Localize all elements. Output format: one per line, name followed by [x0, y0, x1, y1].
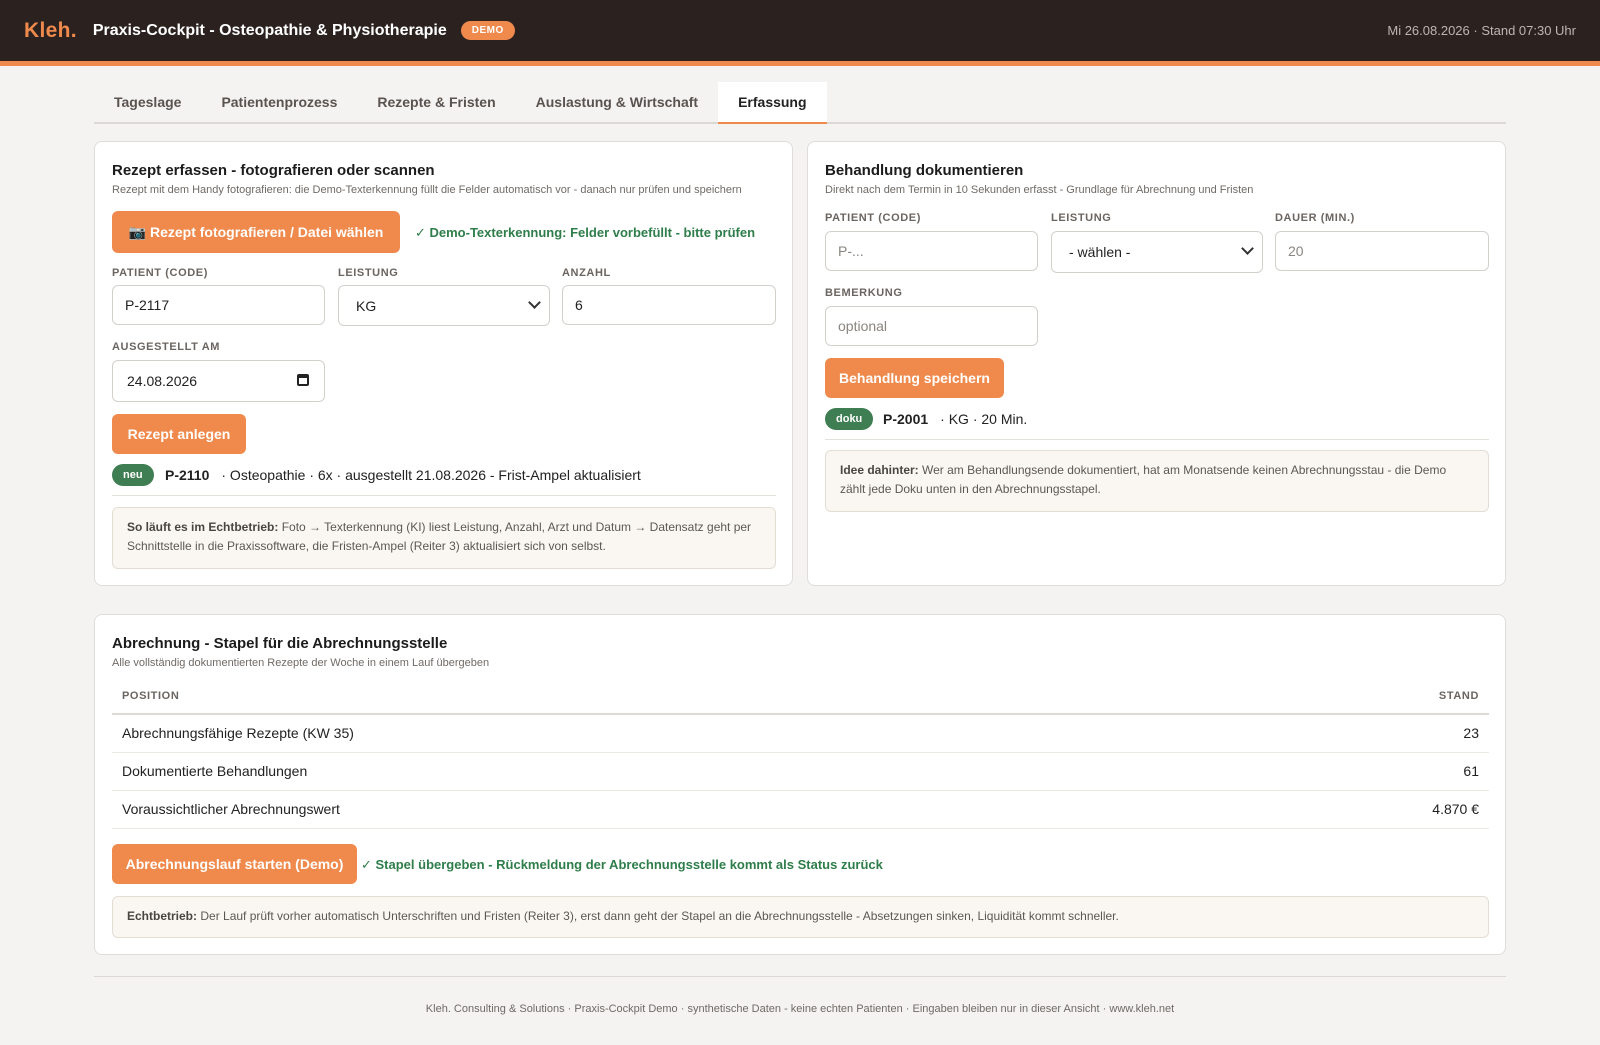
anzahl-label: ANZAHL	[562, 267, 611, 279]
behandlung-card-title: Behandlung dokumentieren	[825, 162, 1024, 179]
dauer-label: DAUER (MIN.)	[1275, 212, 1355, 224]
behandlung-card-subtitle: Direkt nach dem Termin in 10 Sekunden er…	[825, 184, 1254, 196]
tab-erfassung[interactable]: Erfassung	[718, 82, 827, 124]
note-text: Der Lauf prüft vorher automatisch Unters…	[197, 909, 1119, 923]
row-position: Voraussichtlicher Abrechnungswert	[112, 790, 1201, 829]
behandlung-speichern-button[interactable]: Behandlung speichern	[825, 358, 1004, 398]
leistung-label: LEISTUNG	[338, 267, 399, 279]
behandlung-card: Behandlung dokumentieren Direkt nach dem…	[807, 141, 1506, 586]
patient-code-value: P-2117	[125, 297, 170, 313]
status-badge: neu	[112, 464, 154, 486]
header-datetime: Mi 26.08.2026 · Stand 07:30 Uhr	[1387, 23, 1576, 38]
footer-divider	[94, 976, 1506, 977]
rezept-card-subtitle: Rezept mit dem Handy fotografieren: die …	[112, 184, 742, 196]
ausgestellt-date-input[interactable]: 24.08.2026	[112, 360, 325, 402]
last-behandlung-info: P-2001 · KG · 20 Min.	[883, 408, 1027, 430]
leistung-select[interactable]: KG	[338, 285, 550, 326]
table-row: Dokumentierte Behandlungen 61	[112, 752, 1489, 791]
photo-upload-button[interactable]: 📷 Rezept fotografieren / Datei wählen	[112, 211, 400, 253]
calendar-icon[interactable]	[297, 374, 309, 386]
patient-code-label: PATIENT (CODE)	[112, 267, 208, 279]
bemerkung-label: BEMERKUNG	[825, 287, 903, 299]
behandlung-leistung-select[interactable]: - wählen -	[1051, 231, 1263, 273]
tab-rezepte-fristen[interactable]: Rezepte & Fristen	[357, 82, 515, 124]
echtbetrieb-note: Echtbetrieb: Der Lauf prüft vorher autom…	[112, 896, 1489, 938]
table-row: Abrechnungsfähige Rezepte (KW 35) 23	[112, 714, 1489, 753]
note-bold: Idee dahinter:	[840, 463, 919, 477]
demo-badge: DEMO	[460, 21, 515, 40]
row-stand: 61	[1200, 752, 1489, 791]
dauer-placeholder: 20	[1288, 243, 1304, 259]
dauer-input[interactable]: 20	[1275, 231, 1489, 271]
app-title: Praxis-Cockpit - Osteopathie & Physiothe…	[92, 21, 447, 39]
tab-patientenprozess[interactable]: Patientenprozess	[201, 82, 357, 124]
last-rezept-code: P-2110	[165, 467, 210, 483]
patient-code-input[interactable]: P-2117	[112, 285, 325, 325]
table-row: Voraussichtlicher Abrechnungswert 4.870 …	[112, 790, 1489, 829]
chevron-down-icon	[1241, 242, 1254, 255]
behandlung-patient-input[interactable]: P-...	[825, 231, 1038, 271]
row-position: Abrechnungsfähige Rezepte (KW 35)	[112, 714, 1201, 753]
last-behandlung-details: · KG · 20 Min.	[940, 411, 1028, 427]
leistung-label: LEISTUNG	[1051, 212, 1112, 224]
ausgestellt-label: AUSGESTELLT AM	[112, 341, 221, 353]
last-rezept-info: P-2110 · Osteopathie · 6x · ausgestellt …	[165, 464, 641, 486]
logo: Kleh.	[24, 18, 77, 42]
note-bold: So läuft es im Echtbetrieb:	[127, 520, 279, 534]
tab-bar: Tageslage Patientenprozess Rezepte & Fri…	[94, 82, 1506, 124]
bemerkung-placeholder: optional	[838, 318, 888, 334]
patient-placeholder: P-...	[838, 243, 864, 259]
tab-auslastung-wirtschaft[interactable]: Auslastung & Wirtschaft	[516, 82, 718, 124]
patient-code-label: PATIENT (CODE)	[825, 212, 921, 224]
top-bar: Kleh. Praxis-Cockpit - Osteopathie & Phy…	[0, 0, 1600, 66]
abrechnung-card-subtitle: Alle vollständig dokumentierten Rezepte …	[112, 657, 490, 669]
batch-table: POSITION STAND Abrechnungsfähige Rezepte…	[112, 678, 1489, 829]
ausgestellt-value: 24.08.2026	[127, 373, 198, 389]
tab-tageslage[interactable]: Tageslage	[94, 82, 201, 124]
last-behandlung-code: P-2001	[883, 411, 929, 427]
leistung-select-value: KG	[356, 297, 377, 314]
rezept-card: Rezept erfassen - fotografieren oder sca…	[94, 141, 793, 586]
note-text: Wer am Behandlungsende dokumentiert, hat…	[840, 463, 1447, 496]
status-badge: doku	[825, 408, 874, 430]
run-status: ✓ Stapel übergeben - Rückmeldung der Abr…	[361, 857, 883, 872]
last-rezept-details: · Osteopathie · 6x · ausgestellt 21.08.2…	[221, 467, 641, 483]
anzahl-input[interactable]: 6	[562, 285, 776, 325]
idee-note: Idee dahinter: Wer am Behandlungsende do…	[825, 450, 1489, 512]
rezept-anlegen-button[interactable]: Rezept anlegen	[112, 414, 246, 454]
divider	[112, 495, 776, 496]
chevron-down-icon	[528, 296, 541, 309]
abrechnungslauf-button[interactable]: Abrechnungslauf starten (Demo)	[112, 844, 357, 884]
row-position: Dokumentierte Behandlungen	[112, 752, 1201, 791]
leistung-select-value: - wählen -	[1069, 244, 1131, 260]
column-header-position: POSITION	[112, 678, 1201, 715]
ocr-status: ✓ Demo-Texterkennung: Felder vorbefüllt …	[415, 225, 756, 240]
abrechnung-card-title: Abrechnung - Stapel für die Abrechnungss…	[112, 635, 448, 652]
divider	[825, 439, 1489, 440]
table-header-row: POSITION STAND	[112, 678, 1489, 715]
note-bold: Echtbetrieb:	[127, 909, 198, 923]
rezept-card-title: Rezept erfassen - fotografieren oder sca…	[112, 162, 435, 179]
column-header-stand: STAND	[1200, 678, 1489, 715]
echtbetrieb-note: So läuft es im Echtbetrieb: Foto → Texte…	[112, 507, 776, 569]
row-stand: 4.870 €	[1200, 790, 1489, 829]
row-stand: 23	[1200, 714, 1489, 753]
abrechnung-card: Abrechnung - Stapel für die Abrechnungss…	[94, 614, 1506, 955]
footer-text: Kleh. Consulting & Solutions · Praxis-Co…	[425, 1003, 1175, 1015]
anzahl-value: 6	[575, 297, 583, 313]
bemerkung-input[interactable]: optional	[825, 306, 1038, 346]
